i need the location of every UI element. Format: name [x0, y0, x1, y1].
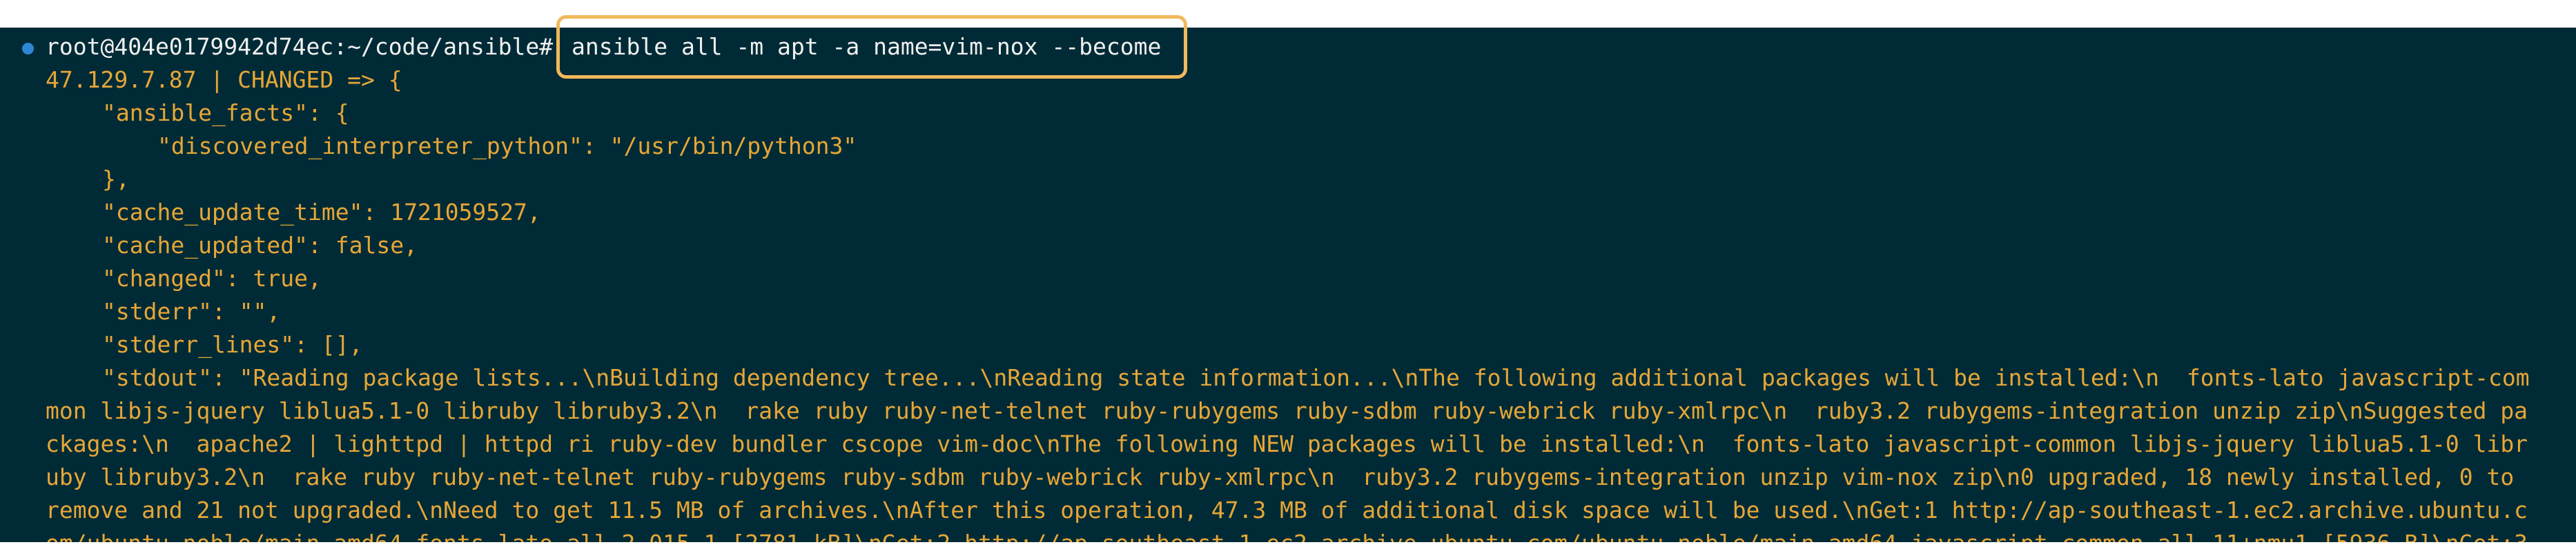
- output-line-changed: "changed": true,: [102, 265, 322, 292]
- screenshot-page: root@404e0179942d74ec:~/code/ansible# an…: [0, 0, 2576, 558]
- prompt-status-dot-icon: [22, 43, 34, 54]
- output-line-host-status: 47.129.7.87 | CHANGED => {: [46, 66, 402, 93]
- command-line: root@404e0179942d74ec:~/code/ansible# an…: [0, 30, 2576, 63]
- output-line-stdout-4: uby libruby3.2\n rake ruby ruby-net-teln…: [46, 464, 2515, 490]
- output-line-stdout-6: om/ubuntu noble/main amd64 fonts-lato al…: [46, 527, 2544, 542]
- output-line-ansible-facts: "ansible_facts": {: [102, 99, 349, 126]
- output-line-cache-update-time: "cache_update_time": 1721059527,: [102, 199, 541, 226]
- output-line-discovered-interpreter: "discovered_interpreter_python": "/usr/b…: [157, 132, 857, 159]
- output-line-stdout-2: mon libjs-jquery liblua5.1-0 libruby lib…: [46, 397, 2528, 424]
- output-line-stdout-3: ckages:\n apache2 | lighttpd | httpd ri …: [46, 430, 2528, 457]
- terminal-panel[interactable]: root@404e0179942d74ec:~/code/ansible# an…: [0, 28, 2576, 542]
- output-line-stdout-5: remove and 21 not upgraded.\nNeed to get…: [46, 497, 2528, 524]
- shell-prompt: root@404e0179942d74ec:~/code/ansible#: [46, 33, 554, 60]
- output-line-stdout-1: "stdout": "Reading package lists...\nBui…: [102, 364, 2530, 391]
- command-highlight-box: [556, 15, 1187, 79]
- output-line-cache-updated: "cache_updated": false,: [102, 232, 418, 259]
- output-line-stderr-lines: "stderr_lines": [],: [102, 331, 363, 358]
- output-line-close-facts: },: [102, 166, 130, 192]
- output-line-stderr: "stderr": "",: [102, 298, 281, 325]
